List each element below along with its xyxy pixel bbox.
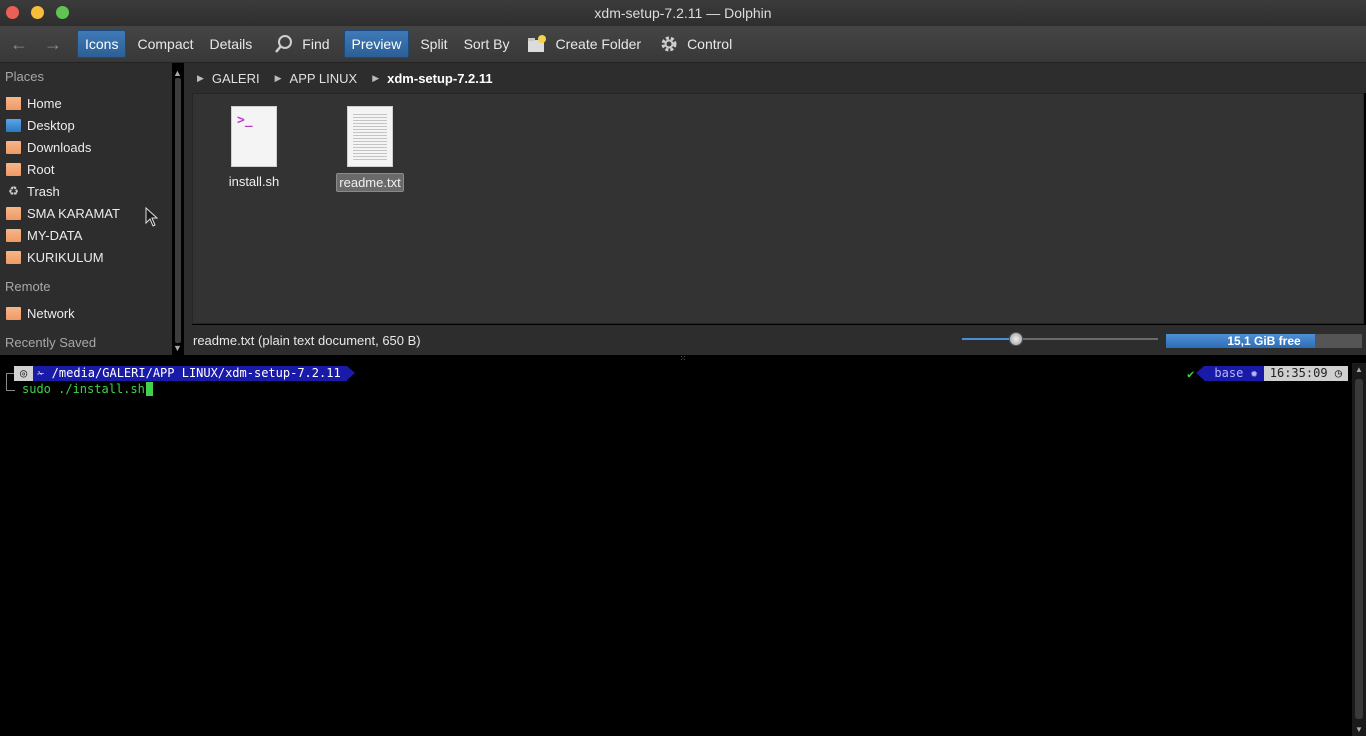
view-resize-handle[interactable]: ⁙ <box>676 355 690 363</box>
status-bar: readme.txt (plain text document, 650 B) … <box>192 325 1366 355</box>
file-name: readme.txt <box>336 173 404 192</box>
sidebar-item-trash[interactable]: ♻ Trash <box>0 180 172 202</box>
folder-icon <box>6 206 21 220</box>
back-button[interactable]: ← <box>2 31 36 57</box>
sort-by-button[interactable]: Sort By <box>456 31 518 57</box>
search-icon <box>274 34 294 54</box>
breadcrumb-item-current[interactable]: ▶ xdm-setup-7.2.11 <box>367 71 492 86</box>
command-line[interactable]: sudo ./install.sh <box>22 381 153 396</box>
file-view[interactable]: >_ install.sh readme.txt <box>192 93 1364 324</box>
free-space-bar: 15,1 GiB free <box>1166 334 1362 348</box>
view-compact-button[interactable]: Compact <box>129 31 201 57</box>
sidebar-item-label: MY-DATA <box>27 227 83 243</box>
folder-icon <box>6 306 21 320</box>
file-item-install-sh[interactable]: >_ install.sh <box>209 106 299 190</box>
sidebar-item-label: KURIKULUM <box>27 249 104 265</box>
minimize-window-button[interactable] <box>31 6 44 19</box>
folder-icon <box>6 140 21 154</box>
scroll-up-arrow-icon[interactable]: ▲ <box>173 68 182 78</box>
breadcrumb-item-galeri[interactable]: ▶ GALERI <box>192 71 260 86</box>
sidebar-scroll-thumb[interactable] <box>175 78 181 343</box>
text-cursor <box>145 381 153 396</box>
file-name: install.sh <box>228 174 280 189</box>
view-icons-button[interactable]: Icons <box>77 30 127 58</box>
zoom-slider-handle[interactable] <box>1008 332 1023 346</box>
find-button[interactable]: Find <box>266 31 337 57</box>
chevron-right-icon: ▶ <box>274 72 282 83</box>
prompt-left: ◎ ✁ /media/GALERI/APP LINUX/xdm-setup-7.… <box>0 366 356 381</box>
panel-splitter[interactable] <box>184 63 192 355</box>
breadcrumb-label: xdm-setup-7.2.11 <box>387 70 493 86</box>
text-document-icon <box>347 106 393 167</box>
sidebar-scrollbar[interactable]: ▲ ▼ <box>172 68 184 353</box>
folder-icon <box>6 250 21 264</box>
status-text: readme.txt (plain text document, 650 B) <box>193 332 421 348</box>
prompt-right: ✔ base ✹ 16:35:09 ◷ <box>1187 366 1348 381</box>
sidebar-item-root[interactable]: Root <box>0 158 172 180</box>
sidebar-item-downloads[interactable]: Downloads <box>0 136 172 158</box>
shell-script-icon: >_ <box>231 106 277 167</box>
gear-icon <box>659 34 679 54</box>
terminal-panel[interactable]: ◎ ✁ /media/GALERI/APP LINUX/xdm-setup-7.… <box>0 363 1352 736</box>
view-details-button[interactable]: Details <box>202 31 261 57</box>
close-window-button[interactable] <box>6 6 19 19</box>
recently-saved-heading: Recently Saved <box>5 335 97 350</box>
free-space-label: 15,1 GiB free <box>1227 334 1301 348</box>
sidebar-item-home[interactable]: Home <box>0 92 172 114</box>
arrow-left-icon: ← <box>10 33 28 54</box>
trash-icon: ♻ <box>8 184 19 198</box>
success-check-icon: ✔ <box>1187 366 1195 381</box>
chevron-right-icon: ▶ <box>372 72 380 83</box>
sidebar-item-label: Desktop <box>27 117 75 133</box>
maximize-window-button[interactable] <box>56 6 69 19</box>
sidebar-item-label: SMA KARAMAT <box>27 205 120 221</box>
toolbar: ← → Icons Compact Details Find Preview S… <box>0 26 1366 63</box>
scroll-down-arrow-icon[interactable]: ▼ <box>173 343 182 353</box>
sidebar-item-desktop[interactable]: Desktop <box>0 114 172 136</box>
title-bar: xdm-setup-7.2.11 — Dolphin <box>0 0 1366 26</box>
folder-icon <box>6 228 21 242</box>
create-folder-label: Create Folder <box>555 36 642 52</box>
control-label: Control <box>687 36 733 52</box>
split-button[interactable]: Split <box>412 31 455 57</box>
terminal-scroll-thumb[interactable] <box>1355 379 1363 719</box>
create-folder-button[interactable]: Create Folder <box>519 31 649 57</box>
folder-icon <box>6 162 21 176</box>
new-folder-icon <box>527 34 547 54</box>
prompt-path: ✁ /media/GALERI/APP LINUX/xdm-setup-7.2.… <box>33 366 356 381</box>
file-item-readme-txt[interactable]: readme.txt <box>325 106 415 192</box>
sidebar-item-label: Network <box>27 305 75 321</box>
desktop-icon <box>6 118 21 132</box>
window-controls <box>6 6 69 19</box>
conda-env-badge: base ✹ <box>1196 366 1264 381</box>
terminal-scrollbar[interactable]: ▲ ▼ <box>1352 363 1366 736</box>
preview-button[interactable]: Preview <box>343 30 410 58</box>
window-title: xdm-setup-7.2.11 — Dolphin <box>594 5 772 21</box>
sidebar-item-kurikulum[interactable]: KURIKULUM <box>0 246 172 268</box>
scroll-up-arrow-icon[interactable]: ▲ <box>1355 365 1363 374</box>
chevron-right-icon: ▶ <box>197 72 204 83</box>
find-label: Find <box>302 36 330 52</box>
breadcrumb-label: GALERI <box>211 70 260 86</box>
places-heading: Places <box>5 69 45 84</box>
sidebar-item-network[interactable]: Network <box>0 302 172 324</box>
scroll-down-arrow-icon[interactable]: ▼ <box>1355 725 1363 734</box>
forward-button[interactable]: → <box>36 31 70 57</box>
control-button[interactable]: Control <box>651 31 740 57</box>
breadcrumb: ▶ GALERI ▶ APP LINUX ▶ xdm-setup-7.2.11 <box>192 63 1366 93</box>
home-folder-icon <box>6 96 21 110</box>
zoom-slider[interactable] <box>962 332 1158 346</box>
prompt-time: 16:35:09 ◷ <box>1263 366 1348 381</box>
breadcrumb-label: APP LINUX <box>289 70 358 86</box>
arrow-right-icon: → <box>44 33 62 54</box>
os-logo-icon: ◎ <box>14 366 34 381</box>
sidebar-item-label: Home <box>27 95 62 111</box>
sidebar-item-label: Downloads <box>27 139 92 155</box>
breadcrumb-item-app-linux[interactable]: ▶ APP LINUX <box>270 71 358 86</box>
remote-heading: Remote <box>5 279 51 294</box>
sidebar-item-label: Root <box>27 161 55 177</box>
mouse-pointer-icon <box>145 206 159 230</box>
command-text: sudo ./install.sh <box>22 381 145 396</box>
sidebar-item-label: Trash <box>27 183 60 199</box>
